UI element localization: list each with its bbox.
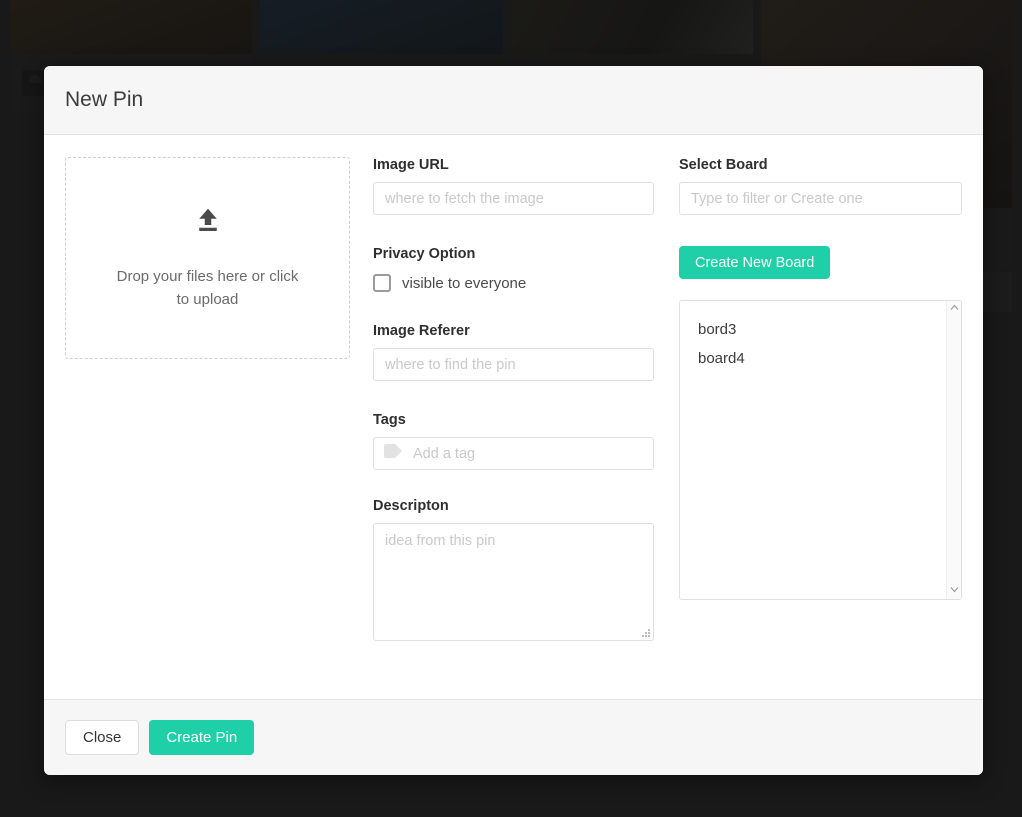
image-referer-label: Image Referer [373,323,470,339]
board-filter-input[interactable] [679,182,962,215]
privacy-option-label: Privacy Option [373,246,476,262]
new-pin-modal: New Pin Drop your files here or click to… [44,66,983,775]
modal-footer: Close Create Pin [44,699,983,775]
privacy-option-row: visible to everyone [373,271,679,295]
visible-to-everyone-label: visible to everyone [402,274,527,292]
description-wrapper [373,523,654,646]
list-item[interactable]: board4 [680,344,946,373]
image-url-input[interactable] [373,182,654,215]
upload-icon [193,205,223,240]
modal-body: Drop your files here or click to upload … [44,135,983,699]
modal-header: New Pin [44,66,983,135]
visible-to-everyone-checkbox[interactable] [373,274,391,292]
list-item[interactable]: bord3 [680,315,946,344]
description-textarea[interactable] [373,523,654,641]
tags-label: Tags [373,412,406,428]
board-list: bord3 board4 [680,301,946,599]
scroll-up-icon[interactable] [950,304,959,314]
page-title: New Pin [65,88,144,111]
board-list-scrollbar[interactable] [946,301,961,599]
image-url-label: Image URL [373,157,449,173]
form-column: Image URL Privacy Option visible to ever… [373,157,679,699]
board-list-container: bord3 board4 [679,300,962,600]
image-referer-input[interactable] [373,348,654,381]
file-dropzone[interactable]: Drop your files here or click to upload [65,157,350,359]
tags-input[interactable] [411,444,643,463]
upload-column: Drop your files here or click to upload [65,157,373,699]
scroll-down-icon[interactable] [950,586,959,596]
select-board-label: Select Board [679,157,768,173]
create-pin-button[interactable]: Create Pin [149,720,255,755]
tag-icon [384,444,403,463]
tags-field[interactable] [373,437,654,470]
description-label: Descripton [373,498,449,514]
close-button[interactable]: Close [65,720,140,755]
board-column: Select Board Create New Board bord3 boar… [679,157,979,699]
dropzone-label: Drop your files here or click to upload [116,268,299,308]
create-new-board-button[interactable]: Create New Board [679,246,831,279]
